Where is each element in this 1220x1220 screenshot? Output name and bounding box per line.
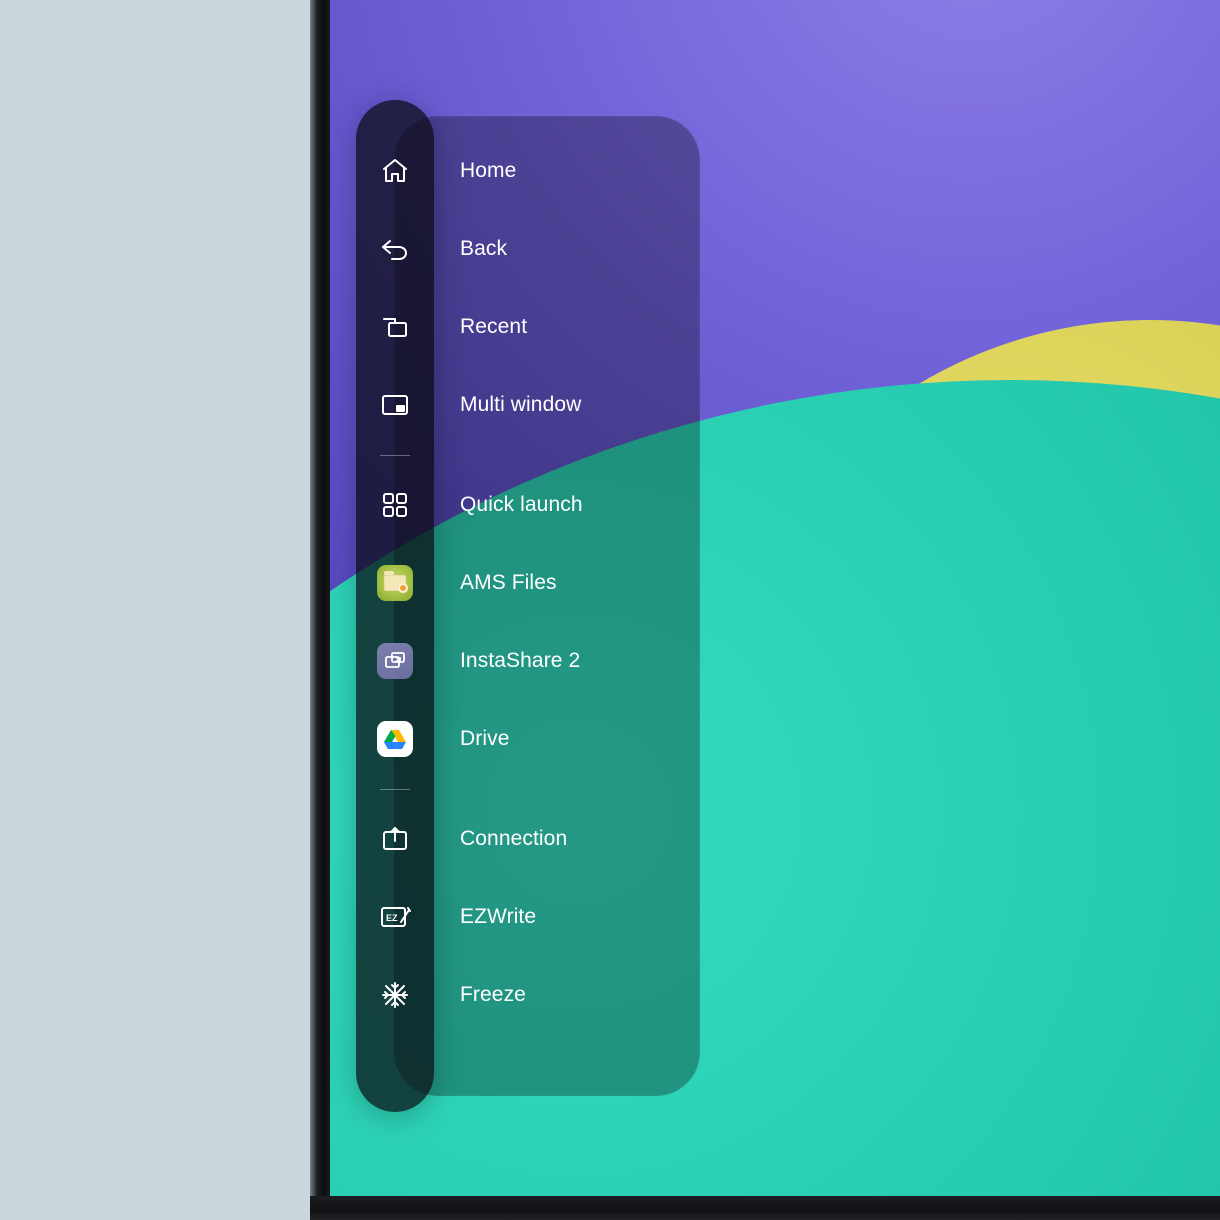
sidebar-menu: Home Back Recent <box>356 100 700 1112</box>
sidebar-item-label: InstaShare 2 <box>434 649 580 673</box>
sidebar-item-amsfiles[interactable]: AMS Files <box>356 544 700 622</box>
sidebar-item-label: Multi window <box>434 393 581 417</box>
sidebar-item-drive[interactable]: Drive <box>356 700 700 778</box>
home-icon <box>356 156 434 186</box>
product-render-frame: Home Back Recent <box>0 0 1220 1220</box>
sidebar-item-ezwrite[interactable]: EZ EZWrite <box>356 878 700 956</box>
freeze-icon <box>356 980 434 1010</box>
ezwrite-icon: EZ <box>356 904 434 930</box>
drive-icon <box>356 721 434 757</box>
device-bezel-bottom <box>310 1196 1220 1220</box>
sidebar-separator <box>356 778 700 800</box>
sidebar-item-connection[interactable]: Connection <box>356 800 700 878</box>
sidebar-item-label: Quick launch <box>434 493 583 517</box>
sidebar-item-freeze[interactable]: Freeze <box>356 956 700 1034</box>
sidebar-item-label: AMS Files <box>434 571 557 595</box>
multiwindow-icon <box>356 393 434 417</box>
back-icon <box>356 235 434 263</box>
sidebar-item-label: EZWrite <box>434 905 536 929</box>
device-bezel-left <box>310 0 330 1220</box>
sidebar-item-label: Drive <box>434 727 510 751</box>
sidebar-item-label: Recent <box>434 315 527 339</box>
sidebar-item-home[interactable]: Home <box>356 132 700 210</box>
sidebar-item-multiwindow[interactable]: Multi window <box>356 366 700 444</box>
recent-icon <box>356 313 434 341</box>
sidebar-item-instashare[interactable]: InstaShare 2 <box>356 622 700 700</box>
connection-icon <box>356 825 434 853</box>
sidebar-item-back[interactable]: Back <box>356 210 700 288</box>
sidebar-item-recent[interactable]: Recent <box>356 288 700 366</box>
sidebar-item-label: Home <box>434 159 516 183</box>
svg-text:EZ: EZ <box>386 913 398 923</box>
grid-icon <box>356 491 434 519</box>
sidebar-separator <box>356 444 700 466</box>
sidebar-item-label: Back <box>434 237 507 261</box>
sidebar-item-quicklaunch[interactable]: Quick launch <box>356 466 700 544</box>
instashare-icon <box>356 643 434 679</box>
sidebar-item-label: Freeze <box>434 983 526 1007</box>
ams-files-icon <box>356 565 434 601</box>
sidebar-item-label: Connection <box>434 827 567 851</box>
